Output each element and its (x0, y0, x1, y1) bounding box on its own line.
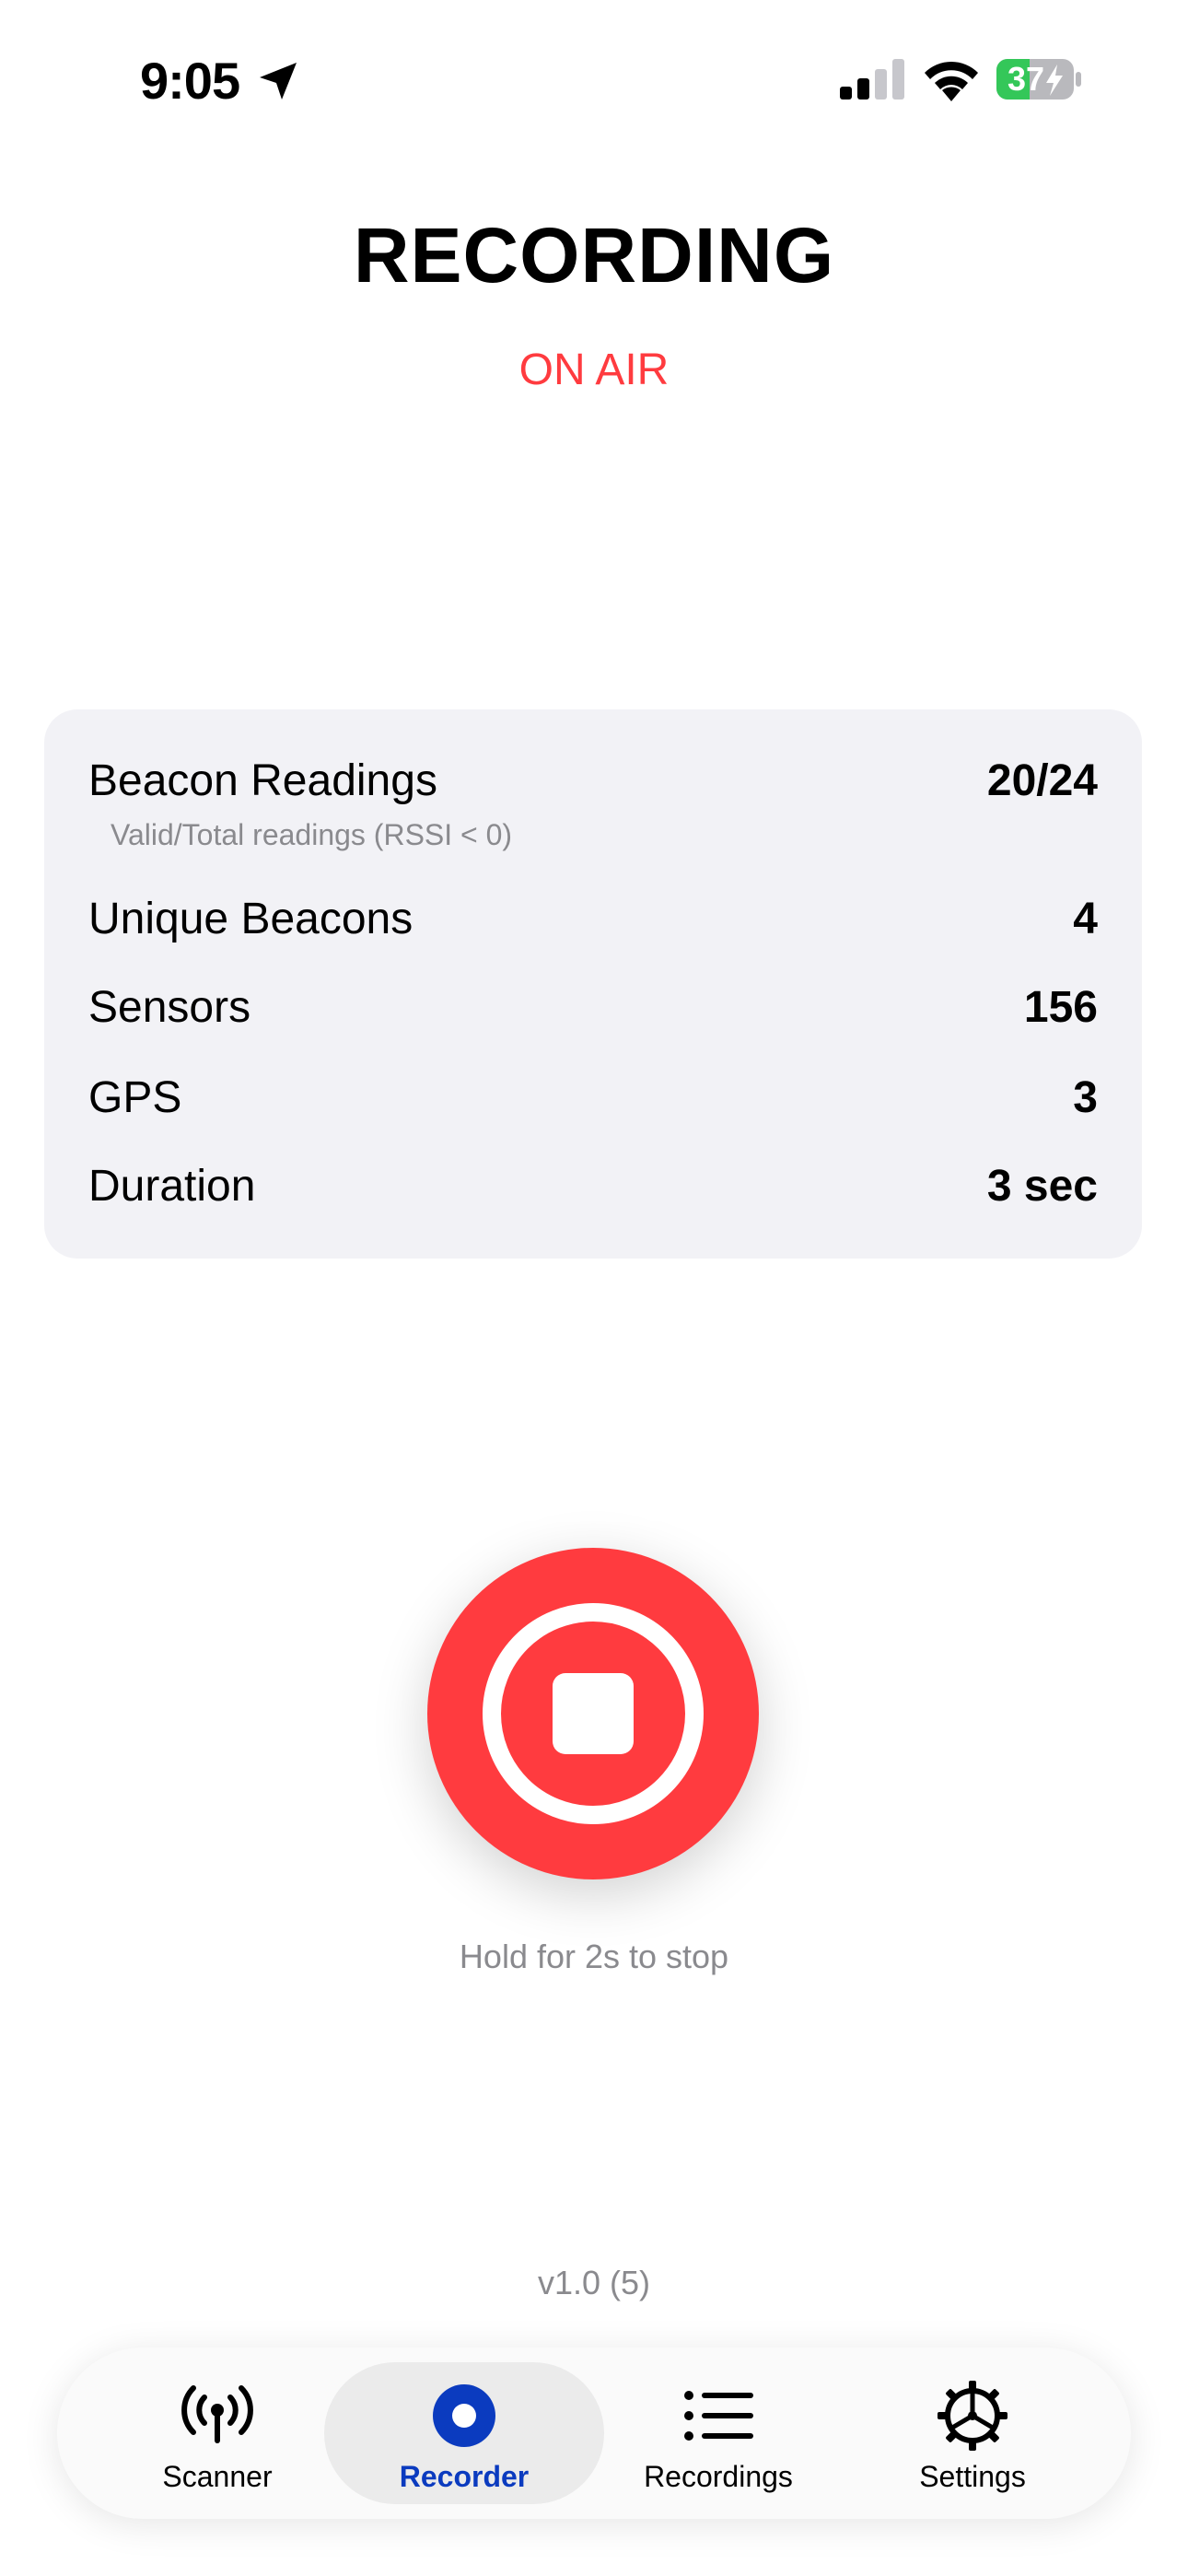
stop-recording-button[interactable] (427, 1548, 759, 1879)
stat-label: Beacon Readings (88, 755, 437, 805)
stat-row-beacon-readings: Beacon Readings 20/24 (88, 748, 1098, 813)
tab-bar: Scanner Recorder Recordings Settings (57, 2348, 1131, 2519)
tab-recorder[interactable]: Recorder (324, 2362, 604, 2504)
wifi-icon (925, 61, 978, 101)
list-icon (684, 2391, 753, 2441)
stat-value: 4 (1073, 894, 1098, 943)
tab-recordings[interactable]: Recordings (578, 2362, 858, 2504)
hold-to-stop-hint: Hold for 2s to stop (459, 1938, 729, 1975)
status-bar: 9:05 37 (0, 0, 1188, 157)
tab-label: Settings (919, 2460, 1026, 2493)
stat-row-duration: Duration 3 sec (88, 1153, 1098, 1218)
stat-row-sensors: Sensors 156 (88, 975, 1098, 1039)
tab-label: Scanner (162, 2460, 273, 2493)
recorder-screen: 9:05 37 RECORDING ON AIR Beacon Readings… (0, 0, 1188, 2576)
stats-card: Beacon Readings 20/24 Valid/Total readin… (44, 709, 1142, 1259)
page-title: RECORDING (353, 212, 835, 299)
stop-icon (553, 1673, 634, 1754)
cellular-signal-icon (840, 59, 904, 100)
stat-label: Duration (88, 1161, 256, 1211)
stat-label: GPS (88, 1072, 182, 1122)
stat-subtext: Valid/Total readings (RSSI < 0) (111, 818, 513, 851)
record-icon (433, 2384, 495, 2447)
stat-row-unique-beacons: Unique Beacons 4 (88, 886, 1098, 951)
stat-value: 156 (1023, 982, 1098, 1032)
stat-value: 3 sec (986, 1161, 1098, 1211)
stat-value: 20/24 (986, 755, 1098, 805)
tab-label: Recordings (644, 2460, 793, 2493)
tab-settings[interactable]: Settings (833, 2362, 1112, 2504)
antenna-icon (181, 2385, 253, 2443)
tab-label: Recorder (399, 2460, 530, 2493)
stat-label: Sensors (88, 982, 251, 1032)
app-version: v1.0 (5) (537, 2264, 651, 2301)
stat-label: Unique Beacons (88, 894, 413, 943)
status-time: 9:05 (140, 52, 240, 110)
gear-icon (938, 2381, 1007, 2451)
stat-row-gps: GPS 3 (88, 1065, 1098, 1130)
on-air-status: ON AIR (518, 345, 670, 394)
battery-level: 37 (1007, 60, 1045, 98)
tab-scanner[interactable]: Scanner (77, 2362, 357, 2504)
location-arrow-icon (260, 63, 297, 100)
stat-value: 3 (1073, 1072, 1098, 1122)
